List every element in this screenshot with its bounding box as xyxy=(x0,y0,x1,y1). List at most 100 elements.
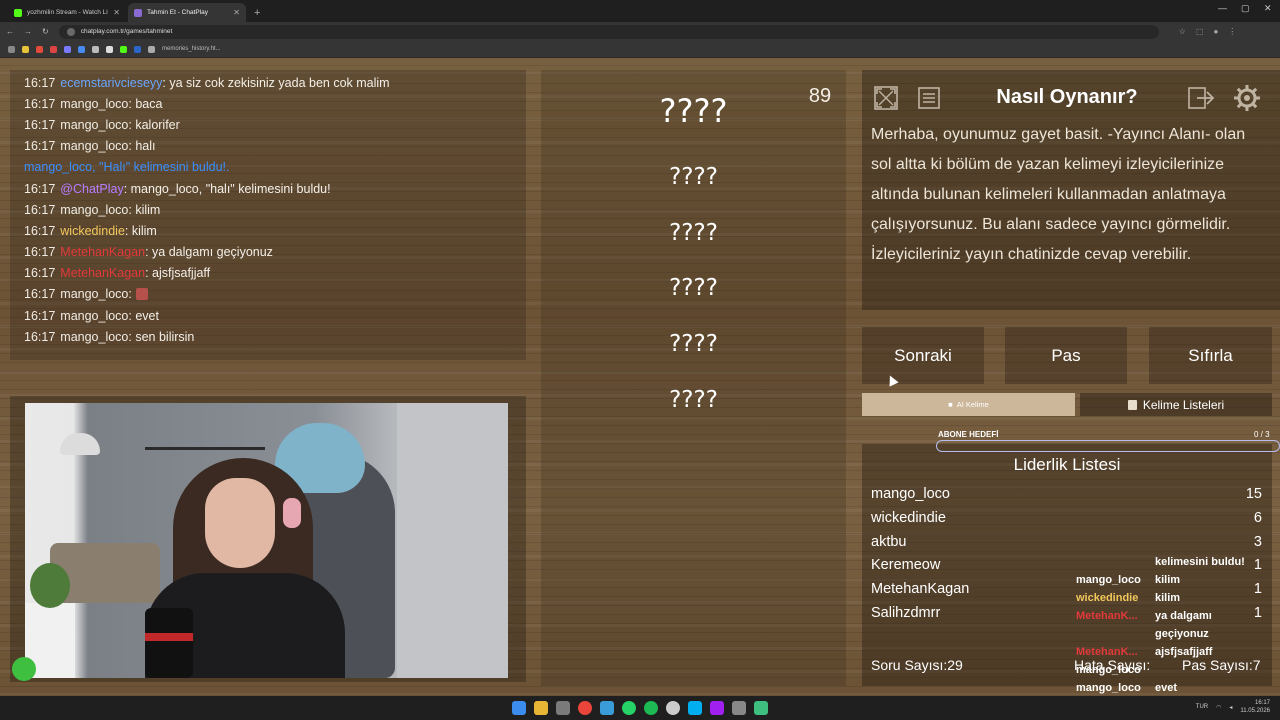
logout-icon[interactable] xyxy=(1186,82,1218,114)
tray-lang[interactable]: TUR xyxy=(1196,704,1208,710)
chat-username[interactable]: mango_loco xyxy=(60,309,128,323)
bookmark-icon[interactable] xyxy=(106,45,113,53)
bookmark-icon[interactable] xyxy=(92,45,99,53)
chat-text: : kilim xyxy=(124,223,157,238)
chat-timestamp: 16:17 xyxy=(24,75,56,90)
bookmark-icon[interactable] xyxy=(36,45,43,53)
forbidden-word: ???? xyxy=(669,164,718,190)
chat-message: 16:17 MetehanKagan: ajsfjsafjjaff xyxy=(10,263,526,284)
chat-timestamp: 16:17 xyxy=(24,139,56,154)
browser-tab-stream[interactable]: yozhmilin Stream - Watch Live ✕ xyxy=(8,3,126,22)
document-icon[interactable] xyxy=(913,82,945,114)
webcam-plant xyxy=(30,563,70,608)
leaderboard-name: wickedindie xyxy=(871,509,946,526)
chat-timestamp: 16:17 xyxy=(24,266,56,281)
chat-username[interactable]: ecemstarivcieseyy xyxy=(60,76,162,90)
chat-username[interactable]: @ChatPlay xyxy=(60,182,123,196)
gear-icon[interactable] xyxy=(1231,82,1263,114)
bookmark-star-icon[interactable]: ☆ xyxy=(1179,27,1186,36)
leaderboard-score: 6 xyxy=(1253,509,1262,526)
close-icon[interactable]: ✕ xyxy=(113,8,120,17)
close-icon[interactable]: ✕ xyxy=(233,8,240,17)
browser-tab-bar: yozhmilin Stream - Watch Live ✕ Tahmin E… xyxy=(0,0,1280,22)
overlay-chat-username: wickedindie xyxy=(1076,592,1139,604)
bookmark-icon[interactable] xyxy=(22,45,29,53)
close-window-icon[interactable]: ✕ xyxy=(1264,3,1272,14)
chat-text: : ya dalgamı geçiyonuz xyxy=(145,245,273,260)
chat-text: : sen bilirsin xyxy=(128,329,195,344)
telegram-icon[interactable] xyxy=(600,701,614,715)
menu-icon[interactable]: ⋮ xyxy=(1228,27,1236,36)
forward-icon[interactable]: → xyxy=(24,27,32,36)
app-icon[interactable] xyxy=(732,701,746,715)
chat-username[interactable]: MetehanKagan xyxy=(60,245,145,259)
profile-icon[interactable]: ● xyxy=(1213,27,1218,36)
countdown-timer: 89 xyxy=(808,85,832,107)
pass-button[interactable]: Pas xyxy=(1005,327,1127,384)
chat-username[interactable]: mango_loco xyxy=(60,203,128,217)
chat-username[interactable]: mango_loco xyxy=(60,118,128,132)
bookmark-icon[interactable] xyxy=(134,45,141,53)
bookmark-icon[interactable] xyxy=(78,45,85,53)
skype-icon[interactable] xyxy=(688,701,702,715)
chat-username[interactable]: mango_loco, "Halı" kelimesini buldu!. xyxy=(24,160,230,174)
whatsapp-icon[interactable] xyxy=(622,701,636,715)
chat-username[interactable]: mango_loco xyxy=(60,287,128,301)
leaderboard-row: aktbu 3 xyxy=(871,534,1262,554)
spotify-icon[interactable] xyxy=(644,701,658,715)
overlay-chat-username: MetehanK... xyxy=(1076,610,1138,622)
wifi-icon[interactable]: ◠ xyxy=(1216,704,1221,711)
chrome-icon[interactable] xyxy=(578,701,592,715)
chatplay-favicon-icon xyxy=(134,8,142,17)
chat-timestamp: 16:17 xyxy=(24,245,56,260)
chat-message: 16:17 mango_loco: evet xyxy=(10,305,526,326)
reload-icon[interactable]: ↻ xyxy=(42,27,49,36)
bookmark-icon[interactable] xyxy=(148,45,155,53)
bookmark-link[interactable]: memories_history.ht... xyxy=(162,46,221,52)
site-info-icon[interactable] xyxy=(66,27,75,36)
ai-word-button[interactable]: ■ AI Kelime xyxy=(862,393,1075,416)
obs-icon[interactable] xyxy=(710,701,724,715)
chat-timestamp: 16:17 xyxy=(24,202,56,217)
minimize-icon[interactable]: — xyxy=(1218,3,1227,13)
leaderboard-name: MetehanKagan xyxy=(871,581,970,598)
chat-message: 16:17 mango_loco: sen bilirsin xyxy=(10,326,526,347)
chat-username[interactable]: mango_loco xyxy=(60,330,128,344)
new-tab-icon[interactable]: + xyxy=(254,7,260,19)
chat-timestamp: 16:17 xyxy=(24,287,56,302)
bookmark-icon[interactable] xyxy=(120,45,127,53)
next-button[interactable]: Sonraki xyxy=(862,327,984,384)
chat-text: : kalorifer xyxy=(128,117,180,132)
reset-button[interactable]: Sıfırla xyxy=(1149,327,1272,384)
list-icon xyxy=(1127,399,1137,410)
apps-icon[interactable] xyxy=(8,45,15,53)
chat-text: : ajsfjsafjjaff xyxy=(145,266,211,281)
tab-title: yozhmilin Stream - Watch Live xyxy=(27,9,109,16)
overlay-chat-message: kelimesini buldu! xyxy=(1076,556,1272,574)
bookmark-icon[interactable] xyxy=(64,45,71,53)
browser-tab-chatplay[interactable]: Tahmin Et - ChatPlay ✕ xyxy=(128,3,246,22)
back-icon[interactable]: ← xyxy=(6,27,14,36)
tray-date: 11.05.2026 xyxy=(1240,708,1270,714)
start-icon[interactable] xyxy=(512,701,526,715)
forbidden-word: ???? xyxy=(669,387,718,413)
chat-username[interactable]: mango_loco xyxy=(60,97,128,111)
extensions-icon[interactable]: ⬚ xyxy=(1196,27,1204,36)
how-to-play-text: Merhaba, oyunumuz gayet basit. -Yayıncı … xyxy=(871,126,1246,263)
chat-message: mango_loco, "Halı" kelimesini buldu!. xyxy=(10,157,526,178)
fullscreen-icon[interactable] xyxy=(870,82,902,114)
word-lists-button[interactable]: Kelime Listeleri xyxy=(1080,393,1272,416)
chat-username[interactable]: wickedindie xyxy=(60,224,125,238)
maximize-icon[interactable]: ▢ xyxy=(1241,3,1250,14)
chat-username[interactable]: mango_loco xyxy=(60,139,128,153)
volume-icon[interactable]: ◂ xyxy=(1229,704,1232,711)
bookmark-icon[interactable] xyxy=(50,45,57,53)
chat-message: 16:17 MetehanKagan: ya dalgamı geçiyonuz xyxy=(10,242,526,263)
overlay-chat: kelimesini buldu! mango_loco kilim wickedin… xyxy=(1076,556,1272,696)
chat-username[interactable]: MetehanKagan xyxy=(60,266,145,280)
url-field[interactable]: chatplay.com.tr/games/tahminet xyxy=(58,24,1159,39)
steam-icon[interactable] xyxy=(666,701,680,715)
calculator-icon[interactable] xyxy=(556,701,570,715)
app-icon[interactable] xyxy=(754,701,768,715)
file-explorer-icon[interactable] xyxy=(534,701,548,715)
